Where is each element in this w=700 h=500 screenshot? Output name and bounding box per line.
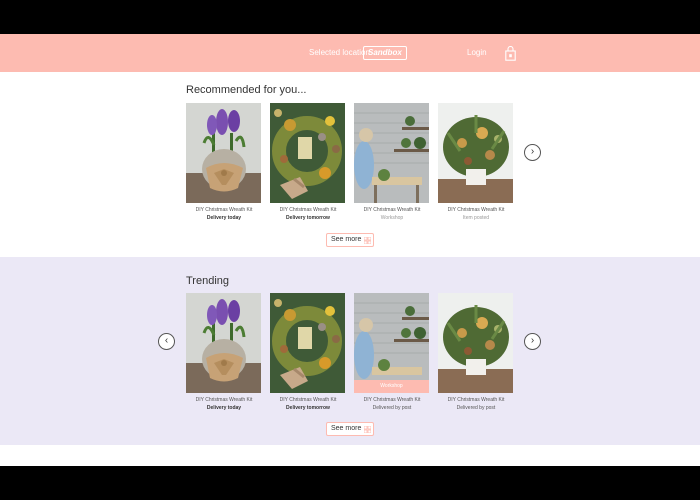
product-name: DIY Christmas Wreath Kit — [279, 207, 337, 213]
carousel-next-button[interactable]: › — [524, 333, 541, 350]
product-name: DIY Christmas Wreath Kit — [279, 397, 337, 403]
site-header: Selected location Sandbox Login — [0, 34, 700, 72]
chevron-right-icon: › — [530, 335, 535, 346]
product-delivery: Item posted — [462, 215, 490, 221]
product-delivery: Workshop — [380, 215, 404, 221]
trending-section — [0, 257, 700, 445]
letterbox-bottom — [0, 466, 700, 500]
shopping-bag-icon[interactable] — [505, 46, 516, 61]
location-selector[interactable]: Sandbox — [363, 46, 407, 60]
recommended-title: Recommended for you... — [186, 84, 307, 96]
page: Selected location Sandbox Login Recommen… — [0, 34, 700, 466]
see-more-button[interactable]: See more — [326, 422, 374, 436]
product-name: DIY Christmas Wreath Kit — [195, 207, 253, 213]
chevron-right-icon: › — [530, 146, 535, 157]
login-link[interactable]: Login — [467, 48, 487, 57]
trending-title: Trending — [186, 275, 230, 287]
product-delivery: Delivered by post — [456, 405, 496, 411]
product-delivery: Delivered by post — [372, 405, 412, 411]
product-delivery: Delivery tomorrow — [286, 405, 330, 411]
product-image-hyacinth[interactable] — [186, 293, 261, 393]
product-card[interactable]: DIY Christmas Wreath Kit Item posted — [438, 103, 514, 221]
product-image-bouquet[interactable] — [438, 103, 513, 203]
product-card[interactable]: DIY Christmas Wreath Kit Delivery tomorr… — [270, 103, 346, 221]
product-delivery: Delivery today — [206, 215, 242, 221]
grid-icon — [364, 426, 371, 433]
product-card[interactable]: Workshop DIY Christmas Wreath Kit Delive… — [354, 293, 430, 411]
product-name: DIY Christmas Wreath Kit — [447, 397, 505, 403]
product-card[interactable]: DIY Christmas Wreath Kit Delivery tomorr… — [270, 293, 346, 411]
product-image-hyacinth[interactable] — [186, 103, 261, 203]
grid-icon — [364, 237, 371, 244]
carousel-next-button[interactable]: › — [524, 144, 541, 161]
product-name: DIY Christmas Wreath Kit — [447, 207, 505, 213]
product-delivery: Delivery tomorrow — [286, 215, 330, 221]
product-card[interactable]: DIY Christmas Wreath Kit Workshop — [354, 103, 430, 221]
product-card[interactable]: DIY Christmas Wreath Kit Delivered by po… — [438, 293, 514, 411]
see-more-label: See more — [331, 236, 362, 243]
product-image-workshop[interactable] — [354, 103, 429, 203]
product-image-bouquet[interactable] — [438, 293, 513, 393]
location-label: Selected location — [309, 48, 370, 57]
workshop-tag: Workshop — [354, 380, 429, 393]
product-name: DIY Christmas Wreath Kit — [195, 397, 253, 403]
product-delivery: Delivery today — [206, 405, 242, 411]
product-image-workshop[interactable]: Workshop — [354, 293, 429, 393]
letterbox-top — [0, 0, 700, 34]
product-image-wreath[interactable] — [270, 103, 345, 203]
product-card[interactable]: DIY Christmas Wreath Kit Delivery today — [186, 293, 262, 411]
product-card[interactable]: DIY Christmas Wreath Kit Delivery today — [186, 103, 262, 221]
product-name: DIY Christmas Wreath Kit — [363, 207, 421, 213]
product-image-wreath[interactable] — [270, 293, 345, 393]
carousel-prev-button[interactable]: ‹ — [158, 333, 175, 350]
chevron-left-icon: ‹ — [164, 335, 169, 346]
see-more-button[interactable]: See more — [326, 233, 374, 247]
product-name: DIY Christmas Wreath Kit — [363, 397, 421, 403]
see-more-label: See more — [331, 425, 362, 432]
